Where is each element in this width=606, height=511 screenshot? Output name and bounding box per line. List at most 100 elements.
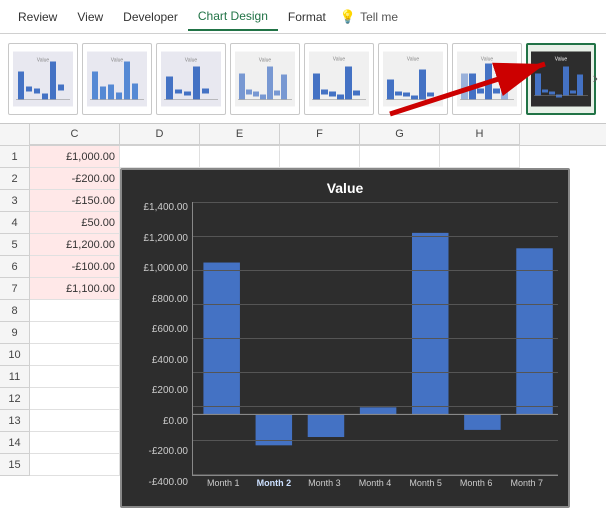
y-label: £1,400.00 [144, 202, 189, 213]
cell-c13[interactable] [30, 410, 120, 432]
cell-g1[interactable] [360, 146, 440, 168]
cell-c11[interactable] [30, 366, 120, 388]
y-label: £400.00 [152, 355, 188, 366]
svg-text:Value: Value [185, 57, 198, 63]
cell-c2[interactable]: -£200.00 [30, 168, 120, 190]
ribbon: Value Value Value [0, 34, 606, 124]
menu-format[interactable]: Format [278, 4, 336, 30]
y-label: £200.00 [152, 385, 188, 396]
chart-area: £1,400.00 £1,200.00 £1,000.00 £800.00 £6… [132, 202, 558, 488]
row-header-4[interactable]: 4 [0, 212, 29, 234]
row-header-5[interactable]: 5 [0, 234, 29, 256]
svg-text:Value: Value [111, 57, 124, 63]
row-header-13[interactable]: 13 [0, 410, 29, 432]
cell-d1[interactable] [120, 146, 200, 168]
y-label: -£200.00 [149, 446, 188, 457]
table-row: £1,000.00 [30, 146, 606, 168]
cell-c5[interactable]: £1,200.00 [30, 234, 120, 256]
ribbon-chart-style-1[interactable]: Value [8, 43, 78, 115]
cell-c8[interactable] [30, 300, 120, 322]
cell-c10[interactable] [30, 344, 120, 366]
svg-text:Value: Value [555, 56, 568, 62]
menu-view[interactable]: View [67, 4, 113, 30]
row-header-2[interactable]: 2 [0, 168, 29, 190]
y-label: £1,200.00 [144, 233, 189, 244]
spreadsheet-area: C D E F G H 1 2 3 4 5 6 7 8 9 10 11 12 [0, 124, 606, 511]
menu-tell-me[interactable]: 💡 Tell me [340, 9, 398, 25]
ribbon-chart-style-selected[interactable]: Value [526, 43, 596, 115]
col-header-e[interactable]: E [200, 124, 280, 145]
cell-c12[interactable] [30, 388, 120, 410]
x-label-month3: Month 3 [303, 478, 346, 488]
menu-chart-design[interactable]: Chart Design [188, 3, 278, 31]
ribbon-chart-style-6[interactable]: Value [378, 43, 448, 115]
col-header-h[interactable]: H [440, 124, 520, 145]
row-header-12[interactable]: 12 [0, 388, 29, 410]
x-label-month6: Month 6 [455, 478, 498, 488]
menu-developer[interactable]: Developer [113, 4, 188, 30]
row-header-9[interactable]: 9 [0, 322, 29, 344]
bars-container [192, 202, 558, 476]
cell-e1[interactable] [200, 146, 280, 168]
row-header-15[interactable]: 15 [0, 454, 29, 476]
ribbon-chart-style-5[interactable]: Value [304, 43, 374, 115]
bars-area: Month 1 Month 2 Month 3 Month 4 Month 5 … [192, 202, 558, 488]
y-label: -£400.00 [149, 477, 188, 488]
cell-c14[interactable] [30, 432, 120, 454]
x-label-month4: Month 4 [354, 478, 397, 488]
cell-c4[interactable]: £50.00 [30, 212, 120, 234]
col-header-row: C D E F G H [0, 124, 606, 146]
x-label-month5: Month 5 [404, 478, 447, 488]
row-header-11[interactable]: 11 [0, 366, 29, 388]
row-header-1[interactable]: 1 [0, 146, 29, 168]
data-area: £1,000.00 -£200.00 [30, 146, 606, 476]
cell-c7[interactable]: £1,100.00 [30, 278, 120, 300]
menu-bar: Review View Developer Chart Design Forma… [0, 0, 606, 34]
ribbon-chart-style-4[interactable]: Value [230, 43, 300, 115]
row-header-10[interactable]: 10 [0, 344, 29, 366]
grid-body: 1 2 3 4 5 6 7 8 9 10 11 12 13 14 15 £1 [0, 146, 606, 476]
grid-wrapper: C D E F G H 1 2 3 4 5 6 7 8 9 10 11 12 [0, 124, 606, 511]
row-header-6[interactable]: 6 [0, 256, 29, 278]
y-label: £600.00 [152, 324, 188, 335]
menu-review[interactable]: Review [8, 4, 67, 30]
cell-h1[interactable] [440, 146, 520, 168]
svg-text:Value: Value [407, 56, 420, 62]
y-label: £800.00 [152, 294, 188, 305]
menu-tell-me-label: Tell me [360, 10, 398, 24]
lightbulb-icon: 💡 [340, 9, 356, 25]
row-header-8[interactable]: 8 [0, 300, 29, 322]
chart-svg [193, 202, 558, 475]
y-label: £1,000.00 [144, 263, 189, 274]
row-header-14[interactable]: 14 [0, 432, 29, 454]
col-header-corner [0, 124, 30, 146]
svg-text:Value: Value [37, 57, 50, 63]
chart-title: Value [132, 180, 558, 196]
cell-c9[interactable] [30, 322, 120, 344]
svg-text:Value: Value [481, 56, 494, 62]
y-axis: £1,400.00 £1,200.00 £1,000.00 £800.00 £6… [132, 202, 192, 488]
ribbon-chart-style-3[interactable]: Value [156, 43, 226, 115]
svg-text:Value: Value [259, 57, 272, 63]
x-label-month1: Month 1 [202, 478, 245, 488]
ribbon-chevron[interactable]: › [589, 66, 602, 92]
ribbon-chart-style-2[interactable]: Value [82, 43, 152, 115]
cell-c15[interactable] [30, 454, 120, 476]
svg-text:Value: Value [333, 56, 346, 62]
x-label-month7: Month 7 [505, 478, 548, 488]
cell-c3[interactable]: -£150.00 [30, 190, 120, 212]
cell-f1[interactable] [280, 146, 360, 168]
col-header-f[interactable]: F [280, 124, 360, 145]
row-headers: 1 2 3 4 5 6 7 8 9 10 11 12 13 14 15 [0, 146, 30, 476]
x-labels: Month 1 Month 2 Month 3 Month 4 Month 5 … [192, 476, 558, 488]
col-header-d[interactable]: D [120, 124, 200, 145]
cell-c6[interactable]: -£100.00 [30, 256, 120, 278]
col-header-c[interactable]: C [30, 124, 120, 145]
row-header-7[interactable]: 7 [0, 278, 29, 300]
row-header-3[interactable]: 3 [0, 190, 29, 212]
cell-c1[interactable]: £1,000.00 [30, 146, 120, 168]
col-header-g[interactable]: G [360, 124, 440, 145]
ribbon-chart-style-7[interactable]: Value [452, 43, 522, 115]
y-label: £0.00 [163, 416, 188, 427]
chart-overlay[interactable]: Value £1,400.00 £1,200.00 £1,000.00 £800… [120, 168, 570, 508]
